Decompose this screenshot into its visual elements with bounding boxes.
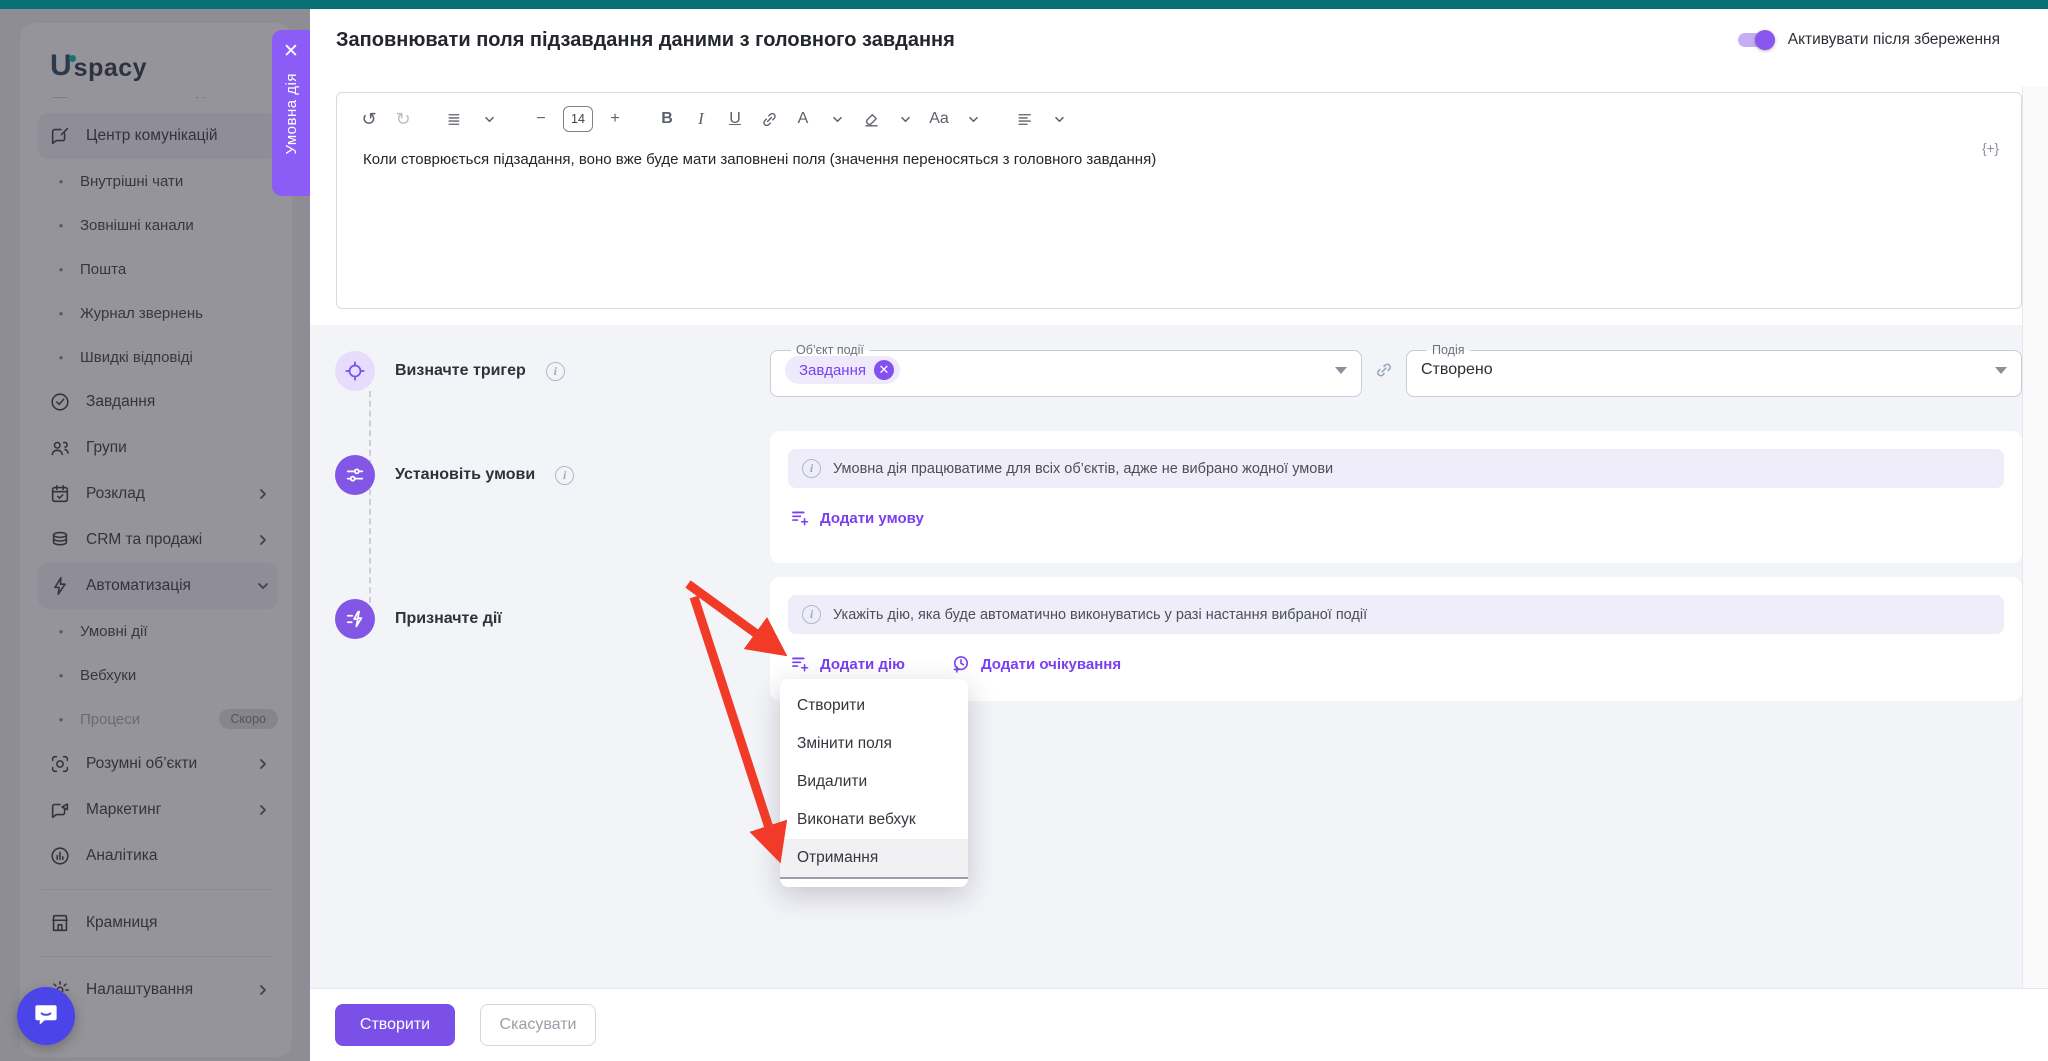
event-object-select[interactable]: Об’єкт події Завдання ✕: [770, 343, 1362, 397]
workflow-body: Визначте тригер i Установіть умови i При…: [310, 325, 2048, 989]
letter-case-button[interactable]: Aa: [927, 105, 951, 133]
step-define-trigger: Визначте тригер i: [335, 351, 565, 391]
redo-icon[interactable]: ↻: [391, 105, 415, 133]
action-type-menu: Створити Змінити поля Видалити Виконати …: [780, 679, 968, 887]
insert-variable-token[interactable]: {+}: [1982, 141, 1999, 156]
menu-item-run-webhook[interactable]: Виконати вебхук: [780, 801, 968, 839]
app-screen: U spacy Компанія та люди Центр комунікац…: [0, 0, 2048, 1061]
drawer-tab-label: Умовна дія: [283, 73, 300, 154]
actions-lightning-icon: [335, 599, 375, 639]
cancel-button[interactable]: Скасувати: [480, 1004, 596, 1046]
link-icon[interactable]: [757, 105, 781, 133]
menu-item-create[interactable]: Створити: [780, 687, 968, 725]
undo-icon[interactable]: ↺: [357, 105, 381, 133]
underline-button[interactable]: U: [723, 105, 747, 133]
conditions-icon: [335, 455, 375, 495]
sidebar: U spacy Компанія та люди Центр комунікац…: [0, 9, 310, 1061]
editor-content[interactable]: Коли стоврюється підзадання, воно вже бу…: [337, 137, 2021, 182]
page-title: Заповнювати поля підзавдання даними з го…: [336, 29, 1738, 52]
font-size-increase-button[interactable]: +: [603, 105, 627, 133]
drawer-tab-conditional-action[interactable]: ✕ Умовна дія: [272, 30, 310, 196]
info-icon: i: [802, 605, 821, 624]
object-chip[interactable]: Завдання ✕: [785, 356, 900, 384]
chip-remove-icon[interactable]: ✕: [874, 360, 894, 380]
align-left-icon[interactable]: [1013, 105, 1037, 133]
chevron-down-icon[interactable]: [893, 105, 917, 133]
info-icon: i: [802, 459, 821, 478]
menu-item-change-fields[interactable]: Змінити поля: [780, 725, 968, 763]
add-condition-link[interactable]: Додати умову: [790, 508, 924, 528]
font-size-decrease-button[interactable]: −: [529, 105, 553, 133]
panel-header: Заповнювати поля підзавдання даними з го…: [310, 9, 2048, 71]
dropdown-arrow-icon[interactable]: [1335, 367, 1347, 374]
close-icon[interactable]: ✕: [283, 42, 299, 61]
toggle-knob: [1755, 30, 1775, 50]
line-spacing-icon[interactable]: [443, 105, 467, 133]
text-color-button[interactable]: A: [791, 105, 815, 133]
info-icon[interactable]: i: [546, 362, 565, 381]
arrow-to-add-action: [688, 584, 765, 640]
chevron-down-icon[interactable]: [477, 105, 501, 133]
bold-button[interactable]: B: [655, 105, 679, 133]
rich-text-editor[interactable]: ↺ ↻ − 14 + B I U A: [336, 92, 2022, 309]
clock-plus-icon: [951, 654, 971, 674]
main-panel: Заповнювати поля підзавдання даними з го…: [310, 9, 2048, 1061]
arrow-to-receiving: [694, 597, 772, 837]
create-button[interactable]: Створити: [335, 1004, 455, 1046]
conditions-info-bar: i Умовна дія працюватиме для всіх об’єкт…: [788, 449, 2004, 488]
activate-toggle[interactable]: [1738, 33, 1772, 47]
menu-item-delete[interactable]: Видалити: [780, 763, 968, 801]
add-action-icon: [790, 654, 810, 674]
chevron-down-icon[interactable]: [1047, 105, 1071, 133]
chevron-down-icon[interactable]: [961, 105, 985, 133]
add-filter-icon: [790, 508, 810, 528]
add-wait-link[interactable]: Додати очікування: [951, 654, 1121, 674]
add-action-link[interactable]: Додати дію: [790, 654, 905, 674]
editor-toolbar: ↺ ↻ − 14 + B I U A: [337, 93, 2021, 137]
description-editor-section: ↺ ↻ − 14 + B I U A: [310, 71, 2048, 325]
activate-toggle-group: Активувати після збереження: [1738, 31, 2000, 49]
italic-button[interactable]: I: [689, 105, 713, 133]
chat-widget-button[interactable]: [17, 987, 75, 1045]
step-set-conditions: Установіть умови i: [335, 455, 574, 495]
dropdown-arrow-icon[interactable]: [1995, 367, 2007, 374]
info-icon[interactable]: i: [555, 466, 574, 485]
target-icon: [335, 351, 375, 391]
step-assign-actions: Призначте дії: [335, 599, 502, 639]
actions-info-bar: i Укажіть дію, яка буде автоматично вико…: [788, 595, 2004, 634]
modal-dim-overlay[interactable]: [0, 9, 310, 1061]
event-select[interactable]: Подія Створено: [1406, 343, 2022, 397]
link-chain-icon: [1362, 359, 1406, 381]
highlight-color-icon[interactable]: [859, 105, 883, 133]
menu-item-receiving[interactable]: Отримання: [780, 839, 968, 879]
chat-bubble-icon: [31, 999, 61, 1034]
conditions-card: i Умовна дія працюватиме для всіх об’єкт…: [770, 431, 2022, 563]
step-connector: [369, 391, 371, 603]
top-accent-bar: [0, 0, 2048, 9]
chevron-down-icon[interactable]: [825, 105, 849, 133]
font-size-value[interactable]: 14: [563, 106, 593, 132]
trigger-fields-row: Об’єкт події Завдання ✕ Подія С: [770, 343, 2022, 397]
activate-toggle-label: Активувати після збереження: [1788, 31, 2000, 49]
scrollbar-track[interactable]: [2022, 87, 2048, 989]
modal-footer: Створити Скасувати: [310, 988, 2048, 1061]
